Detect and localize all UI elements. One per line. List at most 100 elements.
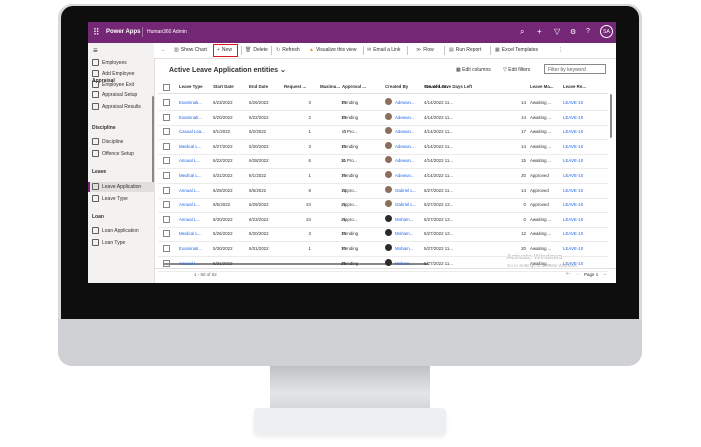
table-cell[interactable]: LEAVE-10: [563, 115, 583, 120]
show-chart-button[interactable]: ▥ Show Chart: [174, 47, 207, 53]
row-checkbox[interactable]: [163, 215, 170, 223]
search-icon[interactable]: ⌕: [520, 27, 524, 37]
sidebar-item-appraisal-results[interactable]: Appraisal Results: [88, 102, 154, 112]
visualize-button[interactable]: ▲ Visualize this view: [309, 47, 356, 53]
table-cell[interactable]: Examinati...: [179, 246, 202, 251]
view-title[interactable]: Active Leave Application entities ⌄: [169, 66, 286, 74]
filter-icon[interactable]: ▽: [554, 27, 560, 36]
sidebar-item-loan-type[interactable]: Loan Type: [88, 238, 154, 248]
table-cell: Awaiting ...: [530, 114, 552, 120]
table-cell[interactable]: LEAVE-10: [563, 100, 583, 105]
excel-templates-button[interactable]: ▦ Excel Templates: [495, 47, 538, 53]
table-cell[interactable]: Adewun...: [395, 158, 415, 163]
table-cell[interactable]: Annual L...: [179, 217, 200, 222]
row-checkbox[interactable]: [163, 186, 170, 194]
column-header[interactable]: Leave Ma...: [530, 84, 553, 89]
avatar[interactable]: SA: [600, 25, 613, 38]
table-cell[interactable]: Moham...: [395, 261, 413, 266]
delete-button[interactable]: 🗑 Delete: [245, 47, 268, 53]
table-cell[interactable]: Medical L...: [179, 231, 201, 236]
sidebar-item-employees[interactable]: Employees: [88, 58, 154, 68]
table-cell[interactable]: LEAVE-10: [563, 202, 583, 207]
column-header[interactable]: Created By: [385, 84, 408, 89]
row-checkbox[interactable]: [163, 172, 170, 179]
column-header[interactable]: Approval ...: [342, 84, 366, 89]
table-cell[interactable]: Annual L...: [179, 261, 200, 266]
first-page-icon[interactable]: ⇤: [566, 271, 570, 277]
refresh-button[interactable]: ↻ Refresh: [276, 47, 300, 53]
row-checkbox[interactable]: [163, 201, 170, 209]
sidebar-item-leave-application[interactable]: Leave Application: [88, 182, 154, 192]
run-report-button[interactable]: ▤ Run Report: [449, 47, 481, 53]
table-cell[interactable]: Moham...: [395, 217, 413, 222]
more-commands-icon[interactable]: ⋮: [558, 47, 563, 53]
table-cell: 5/31/2022: [213, 173, 233, 178]
filter-input[interactable]: Filter by keyword: [544, 64, 606, 74]
table-cell[interactable]: Adewun...: [395, 173, 415, 178]
table-cell[interactable]: LEAVE-10: [563, 129, 583, 134]
column-header[interactable]: Start Date: [213, 84, 234, 89]
waffle-icon[interactable]: ⠿: [93, 27, 100, 38]
table-cell[interactable]: Adewun...: [395, 144, 415, 149]
table-cell[interactable]: Annual L...: [179, 188, 200, 193]
row-checkbox[interactable]: [163, 230, 170, 238]
hamburger-icon[interactable]: ≡: [93, 46, 98, 55]
table-cell[interactable]: Annual L...: [179, 158, 200, 163]
row-checkbox[interactable]: [163, 128, 170, 136]
row-checkbox[interactable]: [163, 245, 170, 252]
settings-icon[interactable]: ⚙: [570, 28, 576, 36]
edit-filters-button[interactable]: ▽ Edit filters: [503, 67, 530, 73]
email-link-button[interactable]: ✉ Email a Link: [367, 47, 400, 53]
sidebar-item-discipline[interactable]: Discipline: [88, 137, 154, 147]
select-all-checkbox[interactable]: [163, 84, 170, 91]
column-header[interactable]: Leave Type: [179, 84, 203, 89]
table-cell: 6/1/2022: [213, 129, 231, 135]
table-cell[interactable]: Annual L...: [179, 202, 200, 207]
table-cell[interactable]: Adewun...: [395, 100, 415, 105]
column-header[interactable]: End Date: [249, 84, 268, 89]
flow-label: Flow: [423, 47, 434, 53]
table-cell[interactable]: LEAVE-10: [563, 158, 583, 163]
table-cell[interactable]: Examinati...: [179, 100, 202, 105]
app-name[interactable]: Power Apps: [106, 29, 140, 35]
grid-vertical-scrollbar[interactable]: [610, 94, 612, 138]
table-cell[interactable]: LEAVE-10: [563, 261, 583, 266]
column-header[interactable]: Maximu...: [320, 84, 340, 89]
report-icon: ▤: [449, 47, 454, 53]
table-cell[interactable]: Medical L...: [179, 173, 201, 178]
row-checkbox[interactable]: [163, 259, 170, 267]
table-cell[interactable]: LEAVE-10: [563, 173, 583, 178]
previous-page-icon[interactable]: ←: [576, 271, 581, 277]
sidebar-item-leave-type[interactable]: Leave Type: [88, 194, 154, 204]
table-cell[interactable]: Gabriel L...: [395, 202, 416, 207]
column-header[interactable]: Leave Re...: [563, 84, 586, 89]
table-cell[interactable]: Moham...: [395, 231, 413, 236]
table-cell[interactable]: Casual Lea...: [179, 129, 205, 134]
table-cell[interactable]: LEAVE-10: [563, 144, 583, 149]
table-cell[interactable]: LEAVE-10: [563, 217, 583, 222]
back-button[interactable]: ←: [161, 47, 166, 53]
table-cell[interactable]: LEAVE-10: [563, 231, 583, 236]
table-cell[interactable]: Medical L...: [179, 144, 201, 149]
next-page-icon[interactable]: →: [602, 271, 607, 277]
table-cell[interactable]: Gabriel L...: [395, 188, 416, 193]
row-checkbox[interactable]: [163, 113, 170, 121]
flow-button[interactable]: ≫ Flow: [416, 47, 434, 53]
table-cell[interactable]: Moham...: [395, 246, 413, 251]
table-cell[interactable]: Adewun...: [395, 115, 415, 120]
help-icon[interactable]: ?: [586, 28, 590, 35]
table-cell[interactable]: LEAVE-10: [563, 188, 583, 193]
edit-columns-button[interactable]: ▦ Edit columns: [456, 67, 491, 73]
table-cell[interactable]: Adewun...: [395, 129, 415, 134]
table-cell[interactable]: Examinati...: [179, 115, 202, 120]
row-checkbox[interactable]: [163, 99, 170, 106]
table-cell[interactable]: LEAVE-10: [563, 246, 583, 251]
sidebar-item-offence-setup[interactable]: Offence Setup: [88, 149, 154, 159]
row-checkbox[interactable]: [163, 157, 170, 165]
column-header[interactable]: Request ...: [284, 84, 306, 89]
sidebar-item-loan-application[interactable]: Loan Application: [88, 226, 154, 236]
column-header[interactable]: No. of Leave Days Left: [425, 84, 472, 89]
row-checkbox[interactable]: [163, 142, 170, 150]
sidebar-item-appraisal-setup[interactable]: Appraisal Setup: [88, 90, 154, 100]
plus-icon[interactable]: +: [537, 27, 542, 36]
